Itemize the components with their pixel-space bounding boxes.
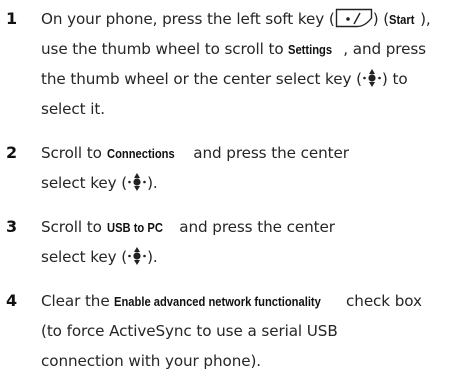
step-line: select key ().: [41, 168, 464, 198]
keyword-enable-advanced-network-functionality: Enable advanced network functionality: [114, 294, 322, 309]
step-line: Clear the Enable advanced network functi…: [41, 286, 464, 316]
keyword-usb-to-pc: USB to PC: [106, 220, 163, 235]
step-number: 4: [6, 291, 18, 310]
step-line: select it.: [41, 100, 105, 118]
step-line: the thumb wheel or the center select key…: [41, 64, 464, 94]
center-select-key-icon: [362, 68, 382, 88]
left-soft-key-icon: [335, 8, 373, 28]
step-text: Scroll to Connections and press the cent…: [41, 138, 464, 198]
keyword-start: Start: [389, 12, 415, 27]
step-text: On your phone, press the left soft key (…: [41, 4, 464, 124]
step-number: 1: [6, 9, 18, 28]
step-text: Scroll to USB to PC and press the center…: [41, 212, 464, 272]
center-select-key-icon: [127, 172, 147, 192]
step-line: connection with your phone).: [41, 352, 262, 370]
step-line: Scroll to USB to PC and press the center: [41, 212, 464, 242]
center-select-key-icon: [127, 246, 147, 266]
keyword-connections: Connections: [106, 146, 175, 161]
step-line: (to force ActiveSync to use a serial USB: [41, 322, 338, 340]
step-line: On your phone, press the left soft key (…: [41, 4, 464, 34]
step-number: 2: [6, 143, 18, 162]
step-line: select key ().: [41, 242, 464, 272]
step-number: 3: [6, 217, 18, 236]
step-text: Clear the Enable advanced network functi…: [41, 286, 464, 376]
step-line: use the thumb wheel to scroll to Setting…: [41, 34, 464, 64]
step-line: Scroll to Connections and press the cent…: [41, 138, 464, 168]
keyword-settings: Settings: [288, 42, 333, 57]
